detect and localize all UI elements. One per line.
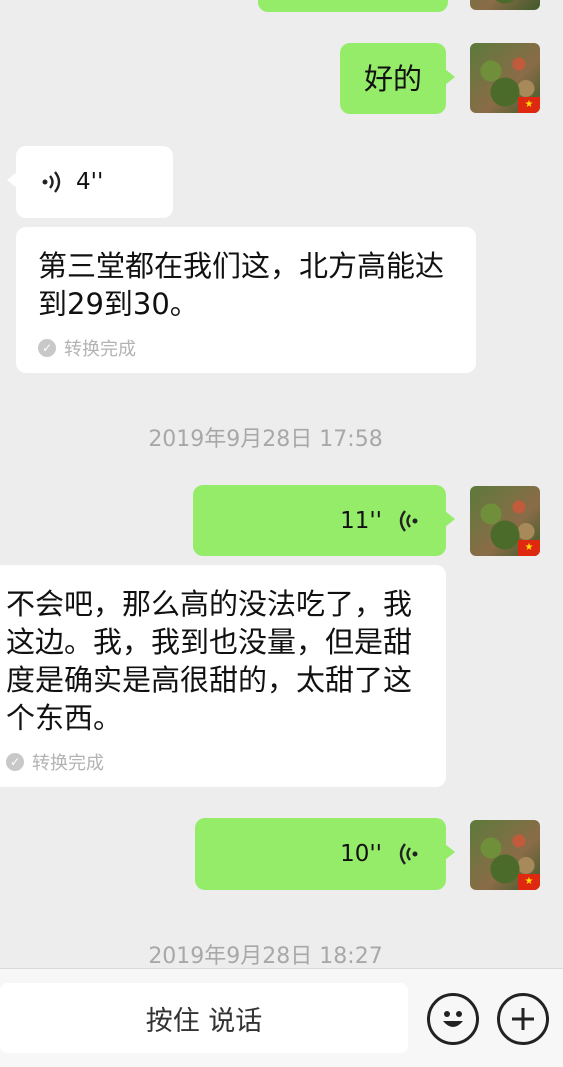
message-text: 好的: [363, 61, 422, 96]
voice-transcription-bubble[interactable]: 不会吧，那么高的没法吃了，我这边。我，我到也没量，但是甜度是确实是高很甜的，太甜…: [0, 565, 446, 787]
voice-transcription-bubble[interactable]: 第三堂都在我们这，北方高能达到29到30。 ✓ 转换完成: [16, 227, 476, 373]
voice-duration: 4'': [76, 169, 104, 195]
check-circle-icon: ✓: [6, 753, 24, 771]
timestamp: 2019年9月28日 17:58: [148, 427, 383, 452]
plus-icon: [512, 1008, 534, 1030]
sent-voice-bubble[interactable]: 10'': [195, 818, 455, 890]
avatar[interactable]: [470, 0, 540, 10]
voice-duration: 11'': [340, 507, 382, 534]
conversion-status: ✓ 转换完成: [6, 749, 104, 775]
hold-to-talk-button[interactable]: 按住 说话: [0, 983, 408, 1053]
emoji-button[interactable]: [427, 993, 479, 1045]
china-flag-icon: ★: [518, 540, 540, 556]
transcription-text: 第三堂都在我们这，北方高能达到29到30。: [38, 249, 445, 321]
voice-wave-icon: [399, 843, 418, 865]
partial-sent-bubble[interactable]: [258, 0, 448, 12]
conversion-status: ✓ 转换完成: [38, 335, 136, 361]
sent-voice-bubble[interactable]: 11'': [193, 485, 455, 556]
hold-to-talk-label: 按住 说话: [145, 1005, 263, 1037]
voice-duration: 10'': [340, 841, 382, 867]
received-voice-bubble[interactable]: 4'': [7, 146, 173, 218]
conversion-status-label: 转换完成: [64, 339, 136, 360]
china-flag-icon: ★: [518, 874, 540, 890]
more-options-button[interactable]: [497, 993, 549, 1045]
avatar[interactable]: ★: [470, 820, 540, 890]
timestamp: 2019年9月28日 18:27: [148, 944, 383, 969]
avatar[interactable]: ★: [470, 486, 540, 556]
conversion-status-label: 转换完成: [32, 753, 104, 774]
china-flag-icon: ★: [518, 97, 540, 113]
avatar[interactable]: ★: [470, 43, 540, 113]
voice-wave-icon: [399, 509, 418, 532]
check-circle-icon: ✓: [38, 339, 56, 357]
smiley-icon: [443, 1011, 463, 1027]
voice-wave-icon: [42, 171, 61, 193]
sent-text-bubble[interactable]: 好的: [340, 43, 455, 114]
transcription-text: 不会吧，那么高的没法吃了，我这边。我，我到也没量，但是甜度是确实是高很甜的，太甜…: [6, 587, 413, 735]
